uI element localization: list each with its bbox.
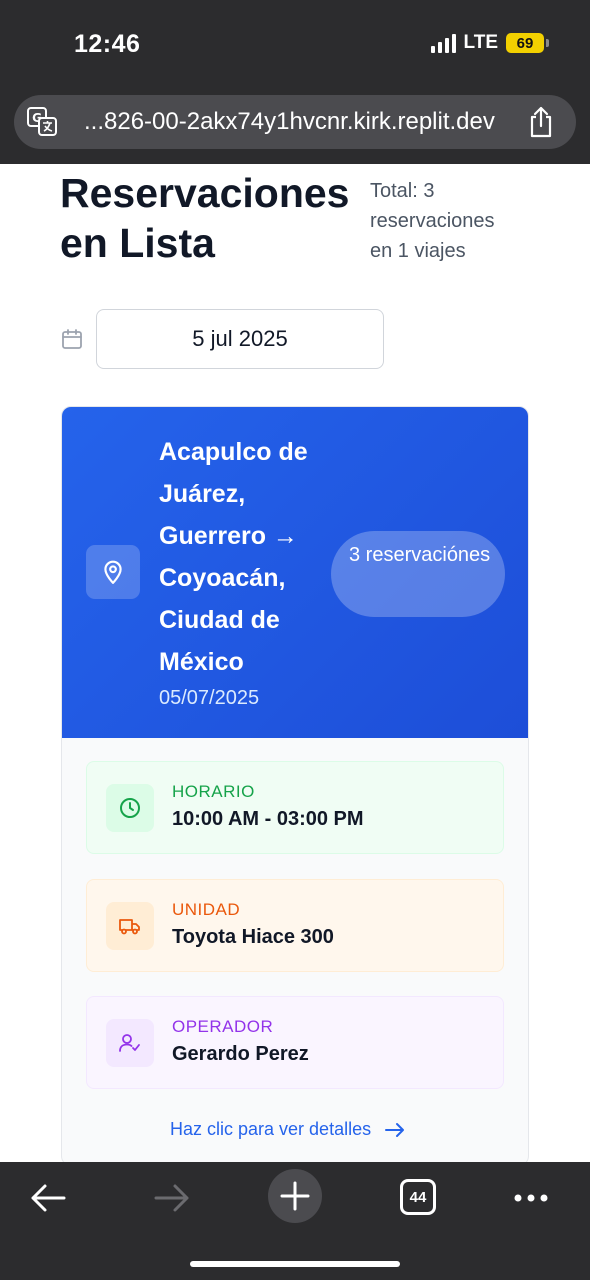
back-button[interactable] <box>26 1176 70 1220</box>
signal-icon <box>430 33 456 53</box>
url-bar[interactable]: G ...826-00-2akx74y1hvcnr.kirk.replit.de… <box>14 95 576 149</box>
user-check-icon <box>106 1019 154 1067</box>
trip-header: Acapulco de Juárez, Guerrero → Coyoacán,… <box>62 407 528 738</box>
more-icon <box>514 1194 548 1202</box>
date-input[interactable]: 5 jul 2025 <box>96 309 384 369</box>
trip-card[interactable]: Acapulco de Juárez, Guerrero → Coyoacán,… <box>61 406 529 1166</box>
view-details-label[interactable]: Haz clic para ver detalles <box>170 1119 371 1140</box>
status-indicators: LTE 69 <box>430 32 549 54</box>
schedule-value: 10:00 AM - 03:00 PM <box>172 808 364 830</box>
location-pin-icon <box>86 545 140 599</box>
network-type: LTE <box>463 32 498 53</box>
tabs-count: 44 <box>409 1188 427 1206</box>
status-time: 12:46 <box>74 30 141 58</box>
operator-info: OPERADOR Gerardo Perez <box>86 996 504 1089</box>
schedule-label: HORARIO <box>172 782 255 801</box>
translate-icon[interactable]: G <box>27 107 57 137</box>
operator-label: OPERADOR <box>172 1017 274 1036</box>
view-details-link[interactable]: Haz clic para ver detalles <box>170 1119 405 1140</box>
unit-value: Toyota Hiace 300 <box>172 926 334 948</box>
browser-top-bar: 12:46 LTE 69 G ...826-00-2akx74y1hvcnr.k… <box>0 0 590 164</box>
calendar-icon <box>62 329 82 349</box>
unit-info: UNIDAD Toyota Hiace 300 <box>86 879 504 972</box>
clock-icon <box>106 784 154 832</box>
unit-label: UNIDAD <box>172 900 241 919</box>
trip-date: 05/07/2025 <box>159 687 260 709</box>
schedule-info: HORARIO 10:00 AM - 03:00 PM <box>86 761 504 854</box>
more-button[interactable] <box>506 1176 556 1220</box>
date-filter: 5 jul 2025 <box>60 309 384 369</box>
share-icon[interactable] <box>528 106 554 138</box>
tabs-button[interactable]: 44 <box>400 1179 436 1215</box>
forward-arrow-icon <box>154 1184 189 1212</box>
plus-icon <box>280 1181 310 1211</box>
home-indicator <box>190 1261 400 1267</box>
new-tab-button[interactable] <box>268 1169 322 1223</box>
trip-route: Acapulco de Juárez, Guerrero → Coyoacán,… <box>159 438 308 676</box>
operator-value: Gerardo Perez <box>172 1043 309 1065</box>
reservations-summary: Total: 3 reservaciones en 1 viajes <box>370 180 495 262</box>
forward-button[interactable] <box>150 1176 194 1220</box>
battery-icon: 69 <box>506 33 549 53</box>
url-text[interactable]: ...826-00-2akx74y1hvcnr.kirk.replit.dev <box>84 108 495 136</box>
back-arrow-icon <box>31 1184 66 1212</box>
page-title: Reservaciones en Lista <box>60 170 350 266</box>
battery-level: 69 <box>516 34 534 52</box>
reservations-count-badge: 3 reservaciónes <box>331 531 505 617</box>
truck-icon <box>106 902 154 950</box>
arrow-right-icon <box>385 1122 405 1137</box>
